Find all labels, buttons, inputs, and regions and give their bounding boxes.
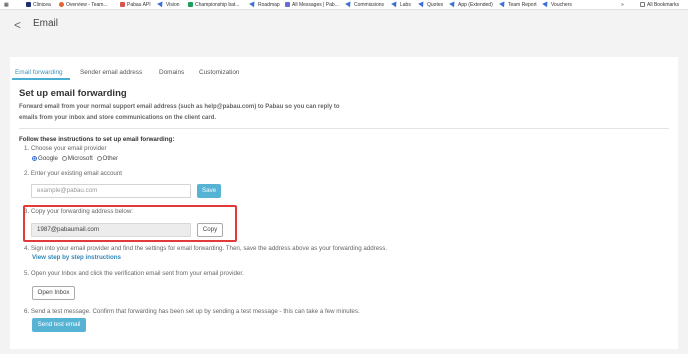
- bookmark-championship[interactable]: Championship bat...: [188, 1, 239, 9]
- tab-email-forwarding[interactable]: Email forwarding: [15, 69, 63, 76]
- bookmark-labs[interactable]: Labs: [391, 0, 411, 9]
- bookmark-label: Commissions: [354, 2, 385, 8]
- bookmark-label: Vouchers: [551, 2, 572, 8]
- instructions-title: Follow these instructions to set up emai…: [19, 136, 175, 143]
- email-account-input[interactable]: example@pabau.com: [31, 184, 191, 198]
- radio-label-microsoft: Microsoft: [67, 155, 93, 162]
- divider: [19, 128, 669, 129]
- clinicea-icon: [26, 2, 31, 7]
- bookmark-label: All Messages | Pab...: [292, 2, 339, 8]
- copy-button[interactable]: Copy: [197, 223, 223, 237]
- page-title: Email: [33, 18, 59, 29]
- bookmark-app-extended[interactable]: App (Extended): [449, 0, 493, 9]
- step-6-label: 6. Send a test message. Confirm that for…: [24, 308, 360, 315]
- intro-line: Forward email from your normal support e…: [19, 104, 340, 110]
- bookmark-pabau-api[interactable]: Pabau API: [120, 1, 151, 9]
- radio-google[interactable]: [32, 156, 37, 161]
- bookmark-quotes[interactable]: Quotes: [418, 0, 444, 9]
- back-arrow-icon[interactable]: <: [14, 19, 21, 31]
- pin-icon: [418, 0, 426, 8]
- pin-icon: [345, 0, 353, 8]
- active-tab-indicator: [12, 78, 70, 80]
- step-2-label: 2. Enter your existing email account: [24, 170, 123, 177]
- tab-customization[interactable]: Customization: [199, 69, 240, 76]
- all-bookmarks-label: All Bookmarks: [647, 2, 679, 8]
- sheet-icon: [188, 2, 193, 7]
- bookmarks-bar: ▦ Clinicea Overview - Team... Pabau API …: [0, 0, 688, 10]
- folder-icon: [640, 2, 645, 7]
- pin-icon: [499, 0, 507, 8]
- apps-grid-icon[interactable]: ▦: [4, 1, 9, 9]
- pin-icon: [249, 0, 257, 8]
- email-settings-card: Email forwarding Sender email address Do…: [10, 57, 678, 349]
- more-bookmarks-icon[interactable]: »: [621, 1, 624, 9]
- bookmark-label: Championship bat...: [195, 2, 240, 8]
- section-intro: Forward email from your normal support e…: [19, 102, 379, 123]
- overview-icon: [59, 2, 64, 7]
- bookmark-label: Team Report: [508, 2, 537, 8]
- pin-icon: [157, 0, 165, 8]
- bookmark-commissions[interactable]: Commissions: [345, 0, 385, 9]
- bookmark-label: Overview - Team...: [66, 2, 108, 8]
- send-test-email-button[interactable]: Send test email: [32, 318, 86, 332]
- bookmark-label: Clinicea: [33, 2, 51, 8]
- step-4-label: 4. Sign into your email provider and fin…: [24, 245, 388, 252]
- bookmark-vouchers[interactable]: Vouchers: [542, 0, 572, 9]
- tab-sender-email-address[interactable]: Sender email address: [80, 69, 142, 76]
- bookmark-roadmap[interactable]: Roadmap: [249, 0, 280, 9]
- bookmark-label: Labs: [400, 2, 411, 8]
- open-inbox-button[interactable]: Open Inbox: [32, 286, 75, 300]
- bookmark-label: App (Extended): [458, 2, 493, 8]
- bookmark-overview[interactable]: Overview - Team...: [59, 1, 108, 9]
- page-header: < Email: [0, 10, 688, 40]
- bookmark-label: Pabau API: [127, 2, 151, 8]
- bookmark-label: Roadmap: [258, 2, 280, 8]
- pin-icon: [449, 0, 457, 8]
- pin-icon: [542, 0, 550, 8]
- bookmark-label: Quotes: [427, 2, 444, 8]
- radio-label-google: Google: [38, 155, 58, 162]
- forwarding-address-field[interactable]: 1987@pabaumail.com: [31, 223, 191, 237]
- step-1-label: 1. Choose your email provider: [24, 145, 107, 152]
- bookmark-team-report[interactable]: Team Report: [499, 0, 537, 9]
- bookmark-label: Vision: [166, 2, 180, 8]
- bookmark-all-messages[interactable]: All Messages | Pab...: [285, 1, 339, 9]
- tab-domains[interactable]: Domains: [159, 69, 184, 76]
- step-3-label: 3. Copy your forwarding address below:: [24, 208, 134, 215]
- intro-line: emails from your inbox and store communi…: [19, 114, 217, 121]
- bookmark-vision[interactable]: Vision: [157, 0, 180, 9]
- radio-other[interactable]: [96, 156, 102, 161]
- all-bookmarks[interactable]: All Bookmarks: [640, 1, 679, 9]
- pin-icon: [391, 0, 399, 8]
- api-icon: [120, 2, 125, 7]
- bookmark-clinicea[interactable]: Clinicea: [26, 1, 51, 9]
- messages-icon: [285, 2, 290, 7]
- step-5-label: 5. Open your Inbox and click the verific…: [24, 270, 244, 277]
- save-button[interactable]: Save: [197, 184, 221, 198]
- step-by-step-link[interactable]: View step by step instructions: [32, 254, 121, 261]
- section-title: Set up email forwarding: [19, 88, 127, 99]
- radio-label-other: Other: [102, 155, 119, 162]
- radio-microsoft[interactable]: [61, 156, 67, 161]
- provider-radio-group: Google Microsoft Other: [32, 155, 120, 162]
